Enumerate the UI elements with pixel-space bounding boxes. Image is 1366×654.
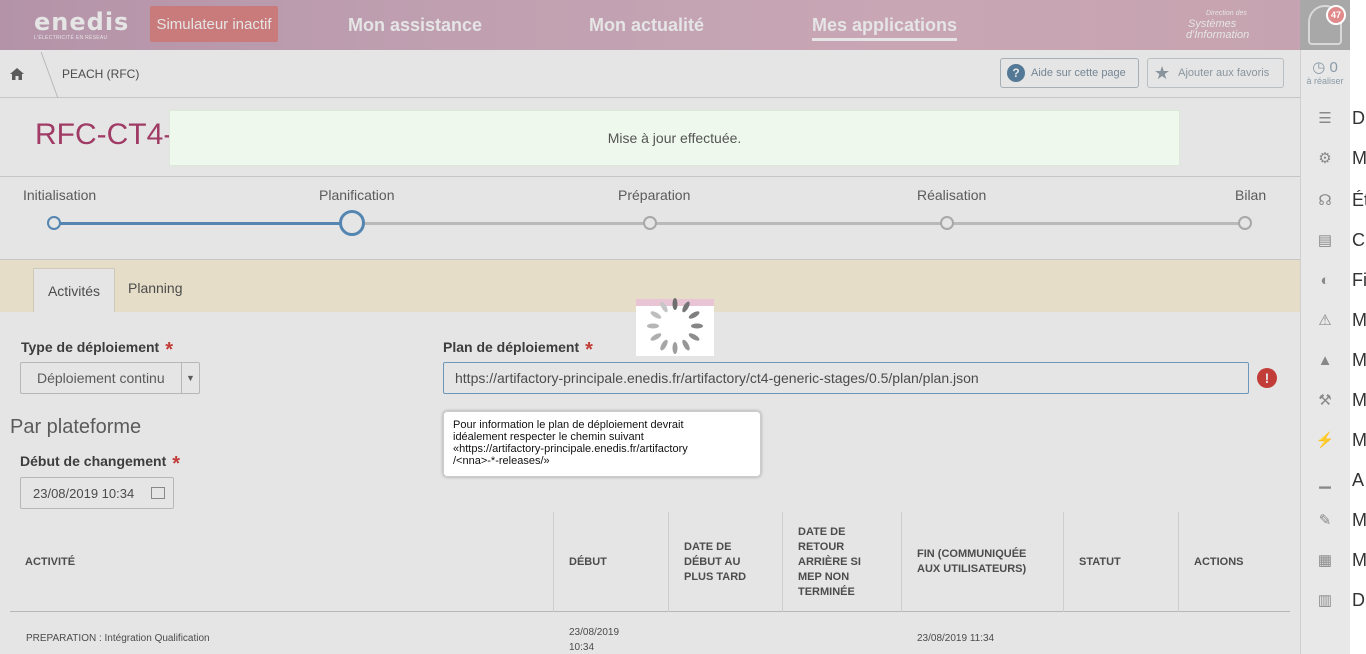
rail-item-4[interactable]: ◐ Fi [1300,262,1366,298]
rail-item-label: M [1352,310,1366,330]
rail-item-label: M [1352,148,1366,168]
rail-item-0[interactable]: ☰ D [1300,100,1366,136]
server-icon: ▦ [1317,552,1333,569]
rail-item-11[interactable]: ▦ M [1300,542,1366,578]
rail-item-3[interactable]: ▤ C [1300,222,1366,258]
rail-item-label: A [1352,470,1365,490]
rail-item-label: M [1352,350,1366,370]
rail-item-label: C [1352,230,1365,250]
database-icon: ☰ [1318,110,1332,127]
todo-count: 0 [1329,59,1338,76]
rail-item-label: M [1352,510,1366,530]
rail-item-label: Fi [1352,270,1366,290]
spinner-petal [647,323,659,329]
rail-item-1[interactable]: ⚙ M [1300,140,1366,176]
notification-badge[interactable]: 47 [1326,5,1346,25]
headset-icon: ☊ [1318,192,1332,209]
rail-item-label: M [1352,390,1366,410]
warning-icon: ⚠ [1318,312,1332,329]
rail-item-label: D [1352,590,1365,610]
todo-counter[interactable]: ◷ 0 à réaliser [1300,58,1350,86]
rail-item-label: D [1352,108,1365,128]
todo-label: à réaliser [1306,76,1344,86]
spinner-petal [672,342,678,354]
rail-item-12[interactable]: ▥ D [1300,582,1366,618]
rail-item-9[interactable]: ▁ A [1300,462,1366,498]
spinner-petal [691,323,703,329]
rail-item-label: M [1352,430,1366,450]
rail-item-2[interactable]: ☊ Ét [1300,182,1366,218]
clock-icon: ◷ [1312,59,1326,76]
rail-item-6[interactable]: ▲ M [1300,342,1366,378]
hint-line: «https://artifactory-principale.enedis.f… [453,443,688,455]
hint-line: Pour information le plan de déploiement … [453,419,684,431]
globe-icon: ◐ [1320,271,1330,289]
rail-item-8[interactable]: ⚡ M [1300,422,1366,458]
chart-icon: ▁ [1319,472,1331,489]
bolt-icon: ⚡ [1315,432,1335,449]
gear-icon: ⚙ [1318,150,1332,167]
edit-icon: ✎ [1318,512,1332,529]
rail-item-label: M [1352,550,1366,570]
rail-item-5[interactable]: ⚠ M [1300,302,1366,338]
book-icon: ▥ [1317,592,1333,609]
rail-item-10[interactable]: ✎ M [1300,502,1366,538]
key-icon: ⚒ [1318,392,1332,409]
chat-icon: ▤ [1317,232,1333,249]
plan-hint-tooltip: Pour information le plan de déploiement … [443,411,761,477]
spinner-petal [672,298,678,310]
rail-item-label: Ét [1352,190,1366,210]
hint-line: /<nna>-*-releases/» [453,455,550,467]
bell-icon: ▲ [1317,351,1333,369]
rail-item-7[interactable]: ⚒ M [1300,382,1366,418]
loading-spinner-icon [636,298,714,356]
success-toast: Mise à jour effectuée. [169,110,1180,166]
hint-line: idéalement respecter le chemin suivant [453,431,644,443]
